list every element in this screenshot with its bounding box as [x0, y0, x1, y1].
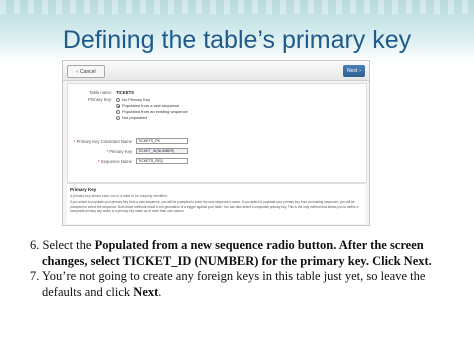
table-name-label: Table name:: [89, 90, 112, 95]
radio-button[interactable]: [116, 115, 120, 120]
wizard-toolbar: ‹ Cancel Next ›: [63, 61, 369, 81]
constraint-name-label: * Primary Key Constraint Name: [68, 139, 132, 144]
radio-not-populated[interactable]: Not populated: [116, 115, 147, 120]
step-7: 7. You’re not going to create any foreig…: [30, 269, 450, 300]
radio-label: Populated from a new sequence: [122, 103, 180, 108]
radio-button[interactable]: [116, 97, 120, 102]
pk-column-label: * Primary Key: [68, 149, 132, 154]
cancel-button[interactable]: ‹ Cancel: [67, 65, 105, 78]
cancel-button-label: Cancel: [80, 68, 96, 75]
radio-new-sequence[interactable]: Populated from a new sequence: [116, 103, 179, 108]
radio-label: No Primary Key: [122, 97, 151, 102]
help-subtitle: A primary key allows each row in a table…: [70, 194, 168, 198]
required-mark: *: [73, 139, 76, 144]
help-body: If you select to populate your primary k…: [70, 200, 359, 214]
help-title: Primary Key: [70, 187, 97, 192]
sequence-name-label-text: Sequence Name: [100, 159, 132, 164]
help-region: Primary Key A primary key allows each ro…: [67, 183, 365, 224]
next-button[interactable]: Next ›: [343, 65, 365, 77]
step-6-bold: Populated from a new sequence radio butt…: [42, 238, 432, 268]
radio-button-selected[interactable]: [116, 103, 120, 108]
radio-existing-sequence[interactable]: Populated from an existing sequence: [116, 109, 188, 114]
table-name-value: TICKETS: [116, 90, 134, 95]
sequence-name-input[interactable]: TICKETS_SEQ: [136, 158, 188, 164]
primary-key-form: Table name: TICKETS Primary Key: No Prim…: [67, 83, 367, 183]
step-7-text: 7. You’re not going to create any foreig…: [30, 269, 426, 299]
radio-label: Populated from an existing sequence: [122, 109, 188, 114]
instructions: 6. Select the Populated from a new seque…: [30, 238, 450, 300]
pk-column-select[interactable]: TICKET_ID(NUMBER): [136, 148, 188, 154]
back-chevron-icon: ‹: [76, 68, 79, 75]
radio-label: Not populated: [122, 115, 147, 120]
screenshot-panel: ‹ Cancel Next › Table name: TICKETS Prim…: [62, 60, 370, 226]
next-chevron-icon: ›: [359, 68, 361, 74]
constraint-name-label-text: Primary Key Constraint Name: [76, 139, 132, 144]
step-7-suffix: .: [158, 284, 162, 299]
step-7-bold: Next: [133, 284, 159, 299]
pk-column-label-text: Primary Key: [109, 149, 132, 154]
radio-no-primary-key[interactable]: No Primary Key: [116, 97, 150, 102]
step-6: 6. Select the Populated from a new seque…: [30, 238, 450, 269]
radio-button[interactable]: [116, 109, 120, 114]
required-mark: *: [106, 149, 109, 154]
primary-key-label: Primary Key:: [88, 97, 112, 102]
next-button-label: Next: [347, 68, 358, 74]
header-stripe: [0, 0, 474, 14]
step-6-text: 6. Select the: [30, 238, 95, 252]
constraint-name-input[interactable]: TICKETS_PK: [136, 138, 188, 144]
required-mark: *: [97, 159, 100, 164]
slide-title: Defining the table’s primary key: [62, 26, 412, 54]
sequence-name-label: * Sequence Name: [68, 159, 132, 164]
